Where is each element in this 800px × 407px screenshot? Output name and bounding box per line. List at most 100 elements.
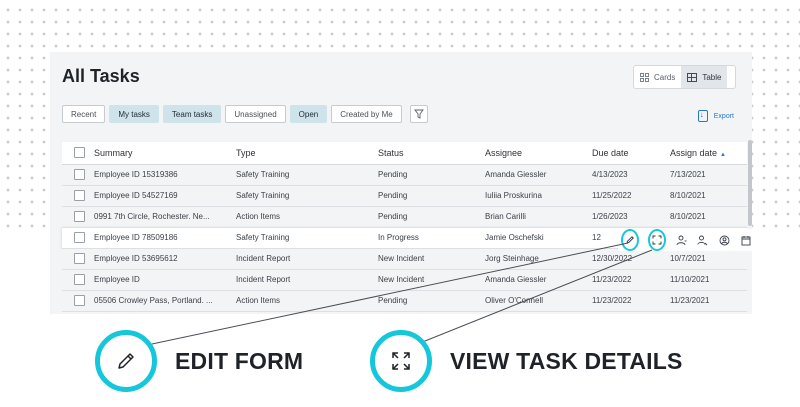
row-select-cell bbox=[62, 185, 94, 207]
cell-type: Incident Report bbox=[236, 269, 378, 291]
reassign-user-button[interactable] bbox=[697, 232, 709, 248]
table-row[interactable]: Employee ID 53695612 Incident Report New… bbox=[62, 248, 747, 270]
table-scrollbar[interactable] bbox=[748, 140, 752, 226]
cell-type: Safety Training bbox=[236, 164, 378, 186]
row-select-cell bbox=[62, 248, 94, 270]
user-add-icon bbox=[676, 235, 687, 245]
select-all-cell bbox=[62, 142, 94, 165]
table-view-button[interactable]: Table bbox=[681, 66, 728, 88]
edit-callout-circle bbox=[95, 330, 157, 392]
filter-created-by-me[interactable]: Created by Me bbox=[331, 105, 402, 123]
view-callout-circle bbox=[370, 330, 432, 392]
profile-button[interactable] bbox=[718, 232, 730, 248]
cell-summary: Employee ID 15319386 bbox=[94, 164, 236, 186]
cell-due-date: 12/30/2022 bbox=[592, 248, 670, 270]
table-row[interactable]: Employee ID Incident Report New Incident… bbox=[62, 269, 747, 291]
row-select-cell bbox=[62, 206, 94, 228]
cell-summary: 0991 7th Circle, Rochester. Ne... bbox=[94, 206, 236, 228]
cell-due-date: 11/25/2022 bbox=[592, 185, 670, 207]
col-summary[interactable]: Summary bbox=[94, 142, 236, 165]
row-checkbox[interactable] bbox=[74, 295, 85, 306]
filter-recent[interactable]: Recent bbox=[62, 105, 106, 123]
cell-status: Pending bbox=[378, 290, 485, 312]
filter-unassigned[interactable]: Unassigned bbox=[225, 105, 286, 123]
cell-type: Safety Training bbox=[236, 227, 378, 249]
row-checkbox[interactable] bbox=[74, 211, 85, 222]
cell-assign-date: 11/23/2021 bbox=[670, 290, 747, 312]
cell-summary: Employee ID 78509186 bbox=[94, 227, 236, 249]
export-button[interactable]: Export bbox=[697, 110, 734, 122]
cell-type: Safety Training bbox=[236, 185, 378, 207]
expand-icon bbox=[392, 352, 410, 370]
cell-assign-date: 10/7/2021 bbox=[670, 248, 747, 270]
cards-view-button[interactable]: Cards bbox=[634, 66, 681, 88]
table-row[interactable]: Employee ID 15319386 Safety Training Pen… bbox=[62, 164, 747, 186]
row-checkbox[interactable] bbox=[74, 190, 85, 201]
funnel-icon bbox=[413, 109, 424, 119]
col-assign-date[interactable]: Assign date ▲ bbox=[670, 142, 747, 165]
calendar-button[interactable] bbox=[740, 232, 752, 248]
pencil-icon bbox=[118, 353, 134, 369]
edit-form-button[interactable] bbox=[621, 229, 640, 251]
table-row[interactable]: 0991 7th Circle, Rochester. Ne... Action… bbox=[62, 206, 747, 228]
cell-assign-date: 8/10/2021 bbox=[670, 206, 747, 228]
view-task-details-label: VIEW TASK DETAILS bbox=[450, 347, 683, 374]
cell-summary: Employee ID bbox=[94, 269, 236, 291]
filter-my-tasks[interactable]: My tasks bbox=[109, 105, 159, 123]
tasks-table: Summary Type Status Assignee Due date As… bbox=[62, 142, 747, 312]
cards-label: Cards bbox=[654, 72, 676, 82]
assign-user-button[interactable] bbox=[675, 232, 687, 248]
cell-due-date: 11/23/2022 bbox=[592, 269, 670, 291]
cell-summary: 05506 Crowley Pass, Portland. ... bbox=[94, 290, 236, 312]
cell-type: Action Items bbox=[236, 206, 378, 228]
table-row[interactable]: Employee ID 54527169 Safety Training Pen… bbox=[62, 185, 747, 207]
view-task-details-callout: VIEW TASK DETAILS bbox=[370, 330, 683, 392]
table-icon bbox=[687, 72, 698, 82]
cell-type: Incident Report bbox=[236, 248, 378, 270]
sort-ascending-icon: ▲ bbox=[720, 151, 726, 158]
edit-form-callout: EDIT FORM bbox=[95, 330, 303, 392]
cell-assign-date: 11/10/2021 bbox=[670, 269, 747, 291]
cell-assignee: Jorg Steinhage bbox=[485, 248, 592, 270]
filter-button[interactable] bbox=[409, 105, 428, 123]
cell-assignee: Oliver O'Connell bbox=[485, 290, 592, 312]
row-select-cell bbox=[62, 269, 94, 291]
cell-assign-date: 7/13/2021 bbox=[670, 164, 747, 186]
page-title: All Tasks bbox=[62, 66, 140, 86]
cell-status: Pending bbox=[378, 206, 485, 228]
cell-summary: Employee ID 53695612 bbox=[94, 248, 236, 270]
col-due-date[interactable]: Due date bbox=[592, 142, 670, 165]
cell-status: New Incident bbox=[378, 248, 485, 270]
table-row[interactable]: 05506 Crowley Pass, Portland. ... Action… bbox=[62, 290, 747, 312]
pencil-icon bbox=[626, 236, 634, 244]
filter-team-tasks[interactable]: Team tasks bbox=[162, 105, 222, 123]
cell-assignee: Amanda Giessler bbox=[485, 269, 592, 291]
row-checkbox[interactable] bbox=[74, 274, 85, 285]
col-assignee[interactable]: Assignee bbox=[485, 142, 592, 165]
cell-due-date: 1/26/2023 bbox=[592, 206, 670, 228]
cell-status: Pending bbox=[378, 164, 485, 186]
cell-assign-date: 8/10/2021 bbox=[670, 185, 747, 207]
view-task-details-button[interactable] bbox=[648, 229, 667, 251]
cell-due-date: 4/13/2023 bbox=[592, 164, 670, 186]
filter-chips: Recent My tasks Team tasks Unassigned Op… bbox=[62, 105, 428, 123]
cell-assignee: Iuliia Proskurina bbox=[485, 185, 592, 207]
filter-open[interactable]: Open bbox=[289, 105, 328, 123]
cell-status: New Incident bbox=[378, 269, 485, 291]
export-icon bbox=[697, 110, 708, 122]
table-header-row: Summary Type Status Assignee Due date As… bbox=[62, 142, 747, 165]
cell-assignee: Brian Carilli bbox=[485, 206, 592, 228]
cell-status: Pending bbox=[378, 185, 485, 207]
row-checkbox[interactable] bbox=[74, 169, 85, 180]
row-select-cell bbox=[62, 290, 94, 312]
cell-assignee: Amanda Giessler bbox=[485, 164, 592, 186]
cell-assignee: Jamie Oschefski bbox=[485, 227, 592, 249]
select-all-checkbox[interactable] bbox=[74, 147, 85, 159]
col-type[interactable]: Type bbox=[236, 142, 378, 165]
row-checkbox[interactable] bbox=[74, 232, 85, 243]
col-assign-date-label: Assign date bbox=[670, 147, 718, 158]
col-status[interactable]: Status bbox=[378, 142, 485, 165]
row-checkbox[interactable] bbox=[74, 253, 85, 264]
cell-status: In Progress bbox=[378, 227, 485, 249]
row-action-bar bbox=[618, 229, 752, 251]
